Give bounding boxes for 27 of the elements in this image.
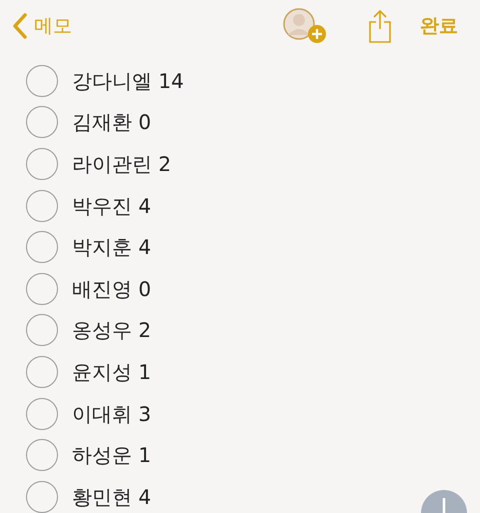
checkbox[interactable] [26, 272, 58, 305]
checklist-item-text: 하성운 1 [72, 442, 152, 470]
checkbox[interactable] [26, 314, 58, 346]
checkbox[interactable] [26, 356, 58, 388]
checkbox[interactable] [26, 148, 58, 180]
checkbox[interactable] [26, 106, 58, 138]
share-icon[interactable] [368, 9, 392, 43]
checklist-item-text: 박우진 4 [72, 192, 152, 220]
checklist-item-text: 이대휘 3 [72, 400, 152, 428]
checklist-item-text: 배진영 0 [72, 276, 152, 303]
checkbox[interactable] [26, 64, 58, 97]
checklist-item-text: 옹성우 2 [72, 317, 152, 344]
checklist-item-text: 윤지성 1 [72, 358, 152, 386]
checklist-item-text: 라이관린 2 [72, 150, 172, 178]
checkbox[interactable] [26, 439, 58, 472]
back-button[interactable]: 메모 [12, 12, 72, 40]
done-button[interactable]: 완료 [420, 12, 458, 40]
chevron-left-icon [12, 13, 28, 39]
checklist-item-text: 김재환 0 [72, 109, 152, 136]
checkbox[interactable] [26, 231, 58, 264]
checklist-item-text: 박지훈 4 [72, 234, 152, 262]
checklist-item-text: 강다니엘 14 [72, 68, 184, 95]
checkbox[interactable] [26, 480, 58, 513]
checklist-item-text: 황민현 4 [72, 484, 152, 511]
add-person-icon[interactable] [282, 7, 328, 45]
checkbox[interactable] [26, 190, 58, 222]
checkbox[interactable] [26, 398, 58, 430]
